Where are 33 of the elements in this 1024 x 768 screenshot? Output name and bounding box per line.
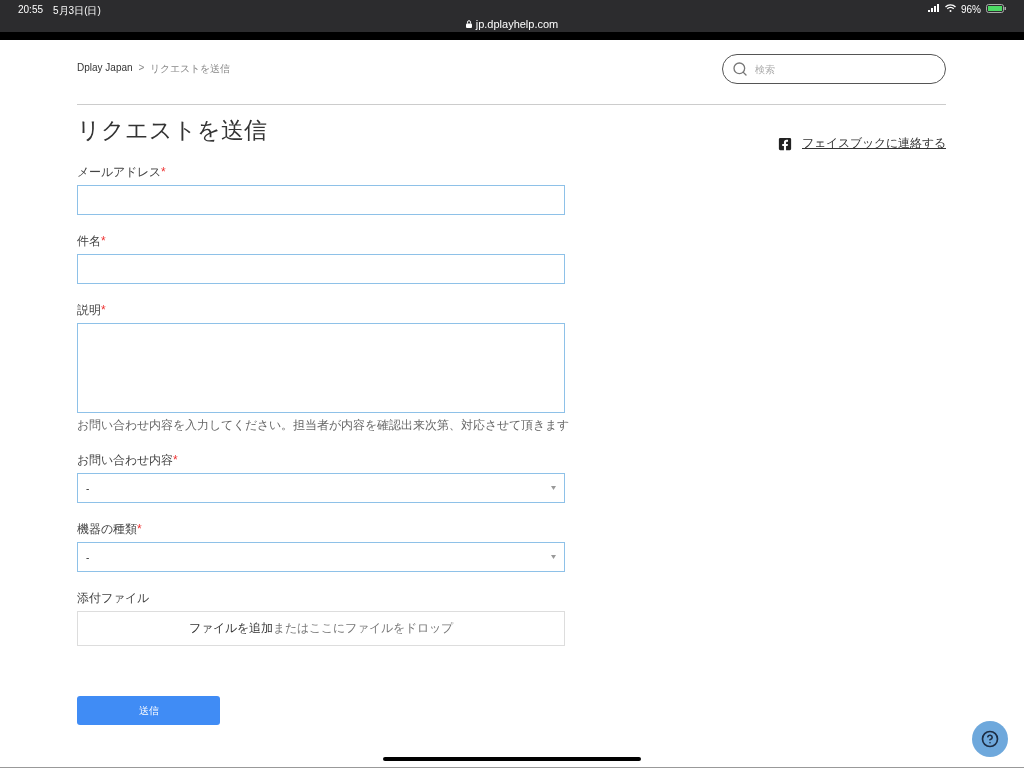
field-label: 件名* (77, 233, 107, 250)
field-label: メールアドレス* (77, 164, 167, 181)
signal-icon (928, 4, 940, 12)
facebook-icon (778, 136, 792, 151)
search-field[interactable]: 検索 (722, 54, 946, 84)
facebook-link[interactable]: フェイスブックに連絡する (794, 135, 946, 152)
date-text: 5月3日(日) (53, 4, 101, 18)
breadcrumb-separator: > (138, 62, 145, 75)
wifi-icon (945, 4, 956, 12)
battery-percent: 96% (961, 4, 981, 15)
text-field[interactable] (77, 254, 565, 284)
dropdown-field[interactable]: - (77, 542, 565, 572)
help-icon (981, 730, 999, 748)
caret-icon (551, 555, 556, 559)
help-button[interactable] (972, 721, 1008, 757)
file-drop-zone[interactable]: ファイルを追加またはここにファイルをドロップ (77, 611, 565, 646)
field-label: 機器の種類* (77, 521, 143, 538)
caret-icon (551, 486, 556, 490)
text-field[interactable] (77, 185, 565, 215)
description-field[interactable] (77, 323, 565, 413)
field-label: お問い合わせ内容* (77, 452, 179, 469)
field-label: 添付ファイル (77, 590, 150, 607)
file-drop-text: ファイルを追加またはここにファイルをドロップ (189, 620, 453, 637)
breadcrumb-link[interactable]: Dplay Japan (77, 62, 133, 76)
clock-time: 20:55 (18, 4, 44, 17)
breadcrumb-link[interactable]: リクエストを送信 (150, 62, 231, 76)
url-text: jp.dplayhelp.com (475, 18, 559, 30)
search-icon (732, 61, 748, 77)
dropdown-field[interactable]: - (77, 473, 565, 503)
page-title: リクエストを送信 (77, 116, 267, 145)
field-label: 説明* (77, 302, 107, 319)
battery-icon (986, 4, 1006, 13)
lock-icon (465, 20, 472, 28)
